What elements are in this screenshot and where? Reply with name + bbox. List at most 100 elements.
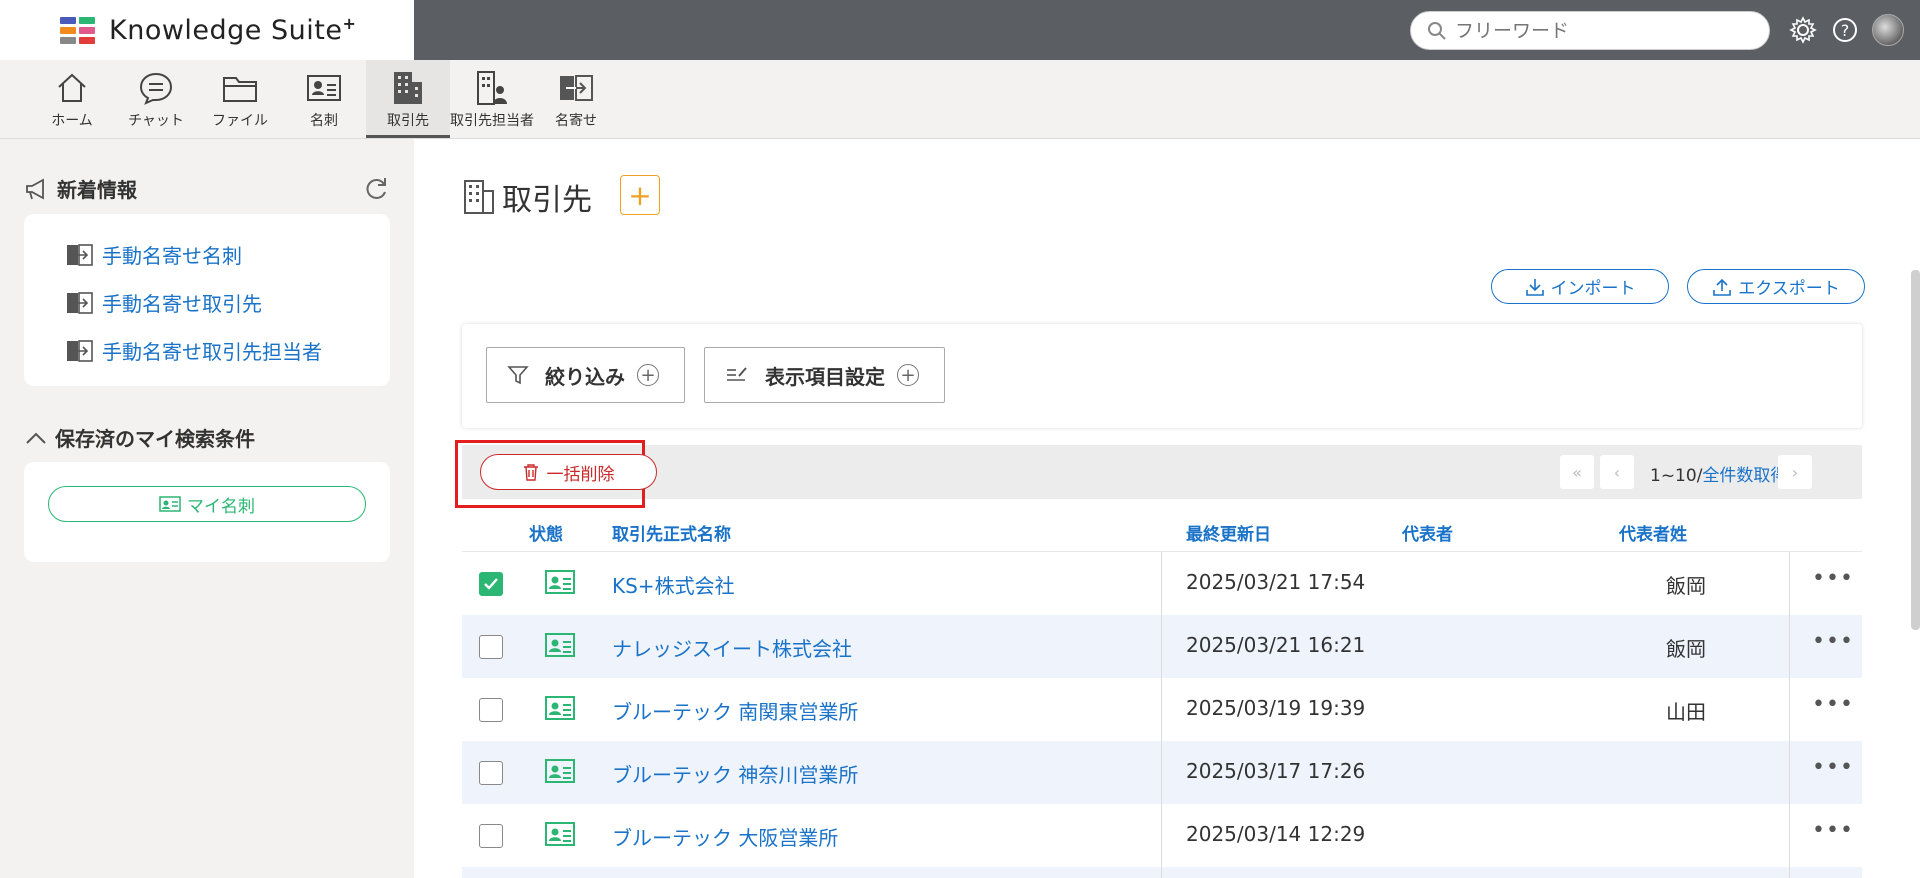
my-card-button[interactable]: マイ名刺 [48, 486, 366, 522]
nav-business-card[interactable]: 名刺 [282, 60, 366, 138]
nav-accounts[interactable]: 取引先 [366, 60, 450, 138]
merge-icon [67, 243, 93, 266]
add-label: + [628, 178, 652, 212]
link-manual-merge-cards[interactable]: 手動名寄せ名刺 [66, 240, 242, 269]
home-icon [52, 70, 92, 106]
help-icon[interactable]: ? [1830, 15, 1860, 45]
svg-text:?: ? [1841, 21, 1850, 40]
pager-range: 1~10/ [1650, 466, 1703, 486]
nav-label: 名刺 [310, 113, 338, 129]
search-box[interactable] [1410, 11, 1770, 50]
more-options-icon[interactable]: ••• [1812, 755, 1854, 780]
nav-label: ファイル [212, 113, 268, 129]
nav-chat[interactable]: チャット [114, 60, 198, 138]
get-total-count-link[interactable]: 全件数取得 [1702, 466, 1787, 486]
business-card-icon [545, 696, 575, 720]
col-official-name[interactable]: 取引先正式名称 [612, 520, 731, 545]
table-row: ブルーテック 大阪営業所 2025/03/14 12:29 ••• [462, 804, 1862, 867]
bulk-delete-label: 一括削除 [546, 464, 615, 485]
col-status[interactable]: 状態 [529, 520, 563, 545]
nav-home[interactable]: ホーム [30, 60, 114, 138]
import-button[interactable]: インポート [1491, 269, 1669, 304]
table-row: ブルーテック 南関東営業所 2025/03/19 19:39 山田 ••• [462, 678, 1862, 741]
filter-button[interactable]: 絞り込み + [486, 347, 685, 403]
news-title: 新着情報 [57, 178, 137, 202]
page-title: 取引先 [462, 175, 592, 219]
more-options-icon[interactable]: ••• [1812, 818, 1854, 843]
bulk-delete-button[interactable]: 一括削除 [480, 454, 657, 490]
col-updated[interactable]: 最終更新日 [1186, 520, 1271, 545]
row-checkbox[interactable] [479, 698, 503, 722]
search-icon [1428, 21, 1446, 40]
account-name-link[interactable]: ブルーテック 大阪営業所 [612, 822, 838, 851]
link-manual-merge-accounts[interactable]: 手動名寄せ取引先 [66, 288, 262, 317]
column-settings-label: 表示項目設定 [765, 364, 885, 389]
add-account-button[interactable]: + [620, 175, 660, 215]
nav-merge[interactable]: 名寄せ [534, 60, 618, 138]
pager-next-button[interactable]: › [1778, 455, 1812, 489]
row-checkbox[interactable] [479, 824, 503, 848]
rep-surname: 山田 [1666, 700, 1706, 724]
app-logo[interactable]: Knowledge Suite+ [0, 0, 414, 60]
more-options-icon[interactable]: ••• [1812, 692, 1854, 717]
edit-list-icon [727, 367, 747, 381]
rep-surname: 飯岡 [1666, 637, 1706, 661]
export-button[interactable]: エクスポート [1687, 269, 1865, 304]
business-card-icon [545, 759, 575, 783]
account-name-link[interactable]: ブルーテック 南関東営業所 [612, 696, 858, 725]
link-label: 手動名寄せ取引先 [102, 292, 262, 316]
link-label: 手動名寄せ取引先担当者 [102, 340, 322, 364]
business-card-icon [304, 70, 344, 106]
main-nav: ホーム チャット ファイル 名刺 取引先 取引先担当者 名寄せ [0, 60, 1920, 139]
col-representative[interactable]: 代表者 [1402, 520, 1453, 545]
table-row [462, 867, 1862, 878]
more-options-icon[interactable]: ••• [1812, 566, 1854, 591]
more-options-icon[interactable]: ••• [1812, 629, 1854, 654]
business-card-icon [545, 633, 575, 657]
search-input[interactable] [1455, 19, 1735, 42]
building-person-icon [472, 70, 512, 106]
nav-label: 取引先 [387, 113, 429, 129]
nav-label: 取引先担当者 [450, 113, 534, 129]
nav-file[interactable]: ファイル [198, 60, 282, 138]
plus-circle-icon: + [637, 364, 659, 386]
account-name-link[interactable]: KS+株式会社 [612, 570, 735, 599]
merge-icon [556, 70, 596, 106]
merge-icon [67, 291, 93, 314]
rep-surname: 飯岡 [1666, 574, 1706, 598]
row-checkbox[interactable] [479, 635, 503, 659]
download-icon [1525, 278, 1544, 296]
chevron-left-icon: ‹ [1613, 462, 1621, 482]
building-icon [464, 180, 494, 214]
saved-search-toggle[interactable]: 保存済のマイ検索条件 [25, 423, 255, 452]
merge-icon [67, 339, 93, 362]
pager-prev-button[interactable]: ‹ [1600, 455, 1634, 489]
scrollbar[interactable] [1911, 270, 1920, 630]
account-name-link[interactable]: ブルーテック 神奈川営業所 [612, 759, 858, 788]
chevron-up-icon [26, 432, 46, 444]
saved-search-title: 保存済のマイ検索条件 [55, 427, 255, 451]
sidebar: 新着情報 手動名寄せ名刺 手動名寄せ取引先 手動名寄せ取引先担当者 保存済のマイ… [0, 139, 414, 878]
updated-date: 2025/03/21 17:54 [1186, 570, 1366, 594]
table-row: KS+株式会社 2025/03/21 17:54 飯岡 ••• [462, 552, 1862, 615]
business-card-icon [159, 496, 181, 512]
column-divider [1789, 552, 1790, 878]
row-checkbox[interactable] [479, 572, 503, 596]
nav-contacts[interactable]: 取引先担当者 [450, 60, 534, 138]
gear-icon[interactable] [1788, 15, 1818, 45]
refresh-icon[interactable] [362, 175, 390, 207]
avatar[interactable] [1872, 14, 1904, 46]
column-settings-button[interactable]: 表示項目設定 + [704, 347, 945, 403]
link-manual-merge-contacts[interactable]: 手動名寄せ取引先担当者 [66, 336, 322, 365]
account-name-link[interactable]: ナレッジスイート株式会社 [612, 633, 852, 662]
pager-first-button[interactable]: « [1560, 455, 1594, 489]
pager-info: 1~10/全件数取得 [1650, 461, 1787, 486]
trash-icon [523, 464, 538, 481]
row-checkbox[interactable] [479, 761, 503, 785]
table-header: 状態 取引先正式名称 最終更新日 代表者 代表者姓 [462, 509, 1862, 552]
col-rep-surname[interactable]: 代表者姓 [1619, 520, 1687, 545]
my-card-label: マイ名刺 [187, 496, 255, 517]
funnel-icon [507, 366, 529, 385]
table-row: ナレッジスイート株式会社 2025/03/21 16:21 飯岡 ••• [462, 615, 1862, 678]
building-icon [388, 70, 428, 106]
